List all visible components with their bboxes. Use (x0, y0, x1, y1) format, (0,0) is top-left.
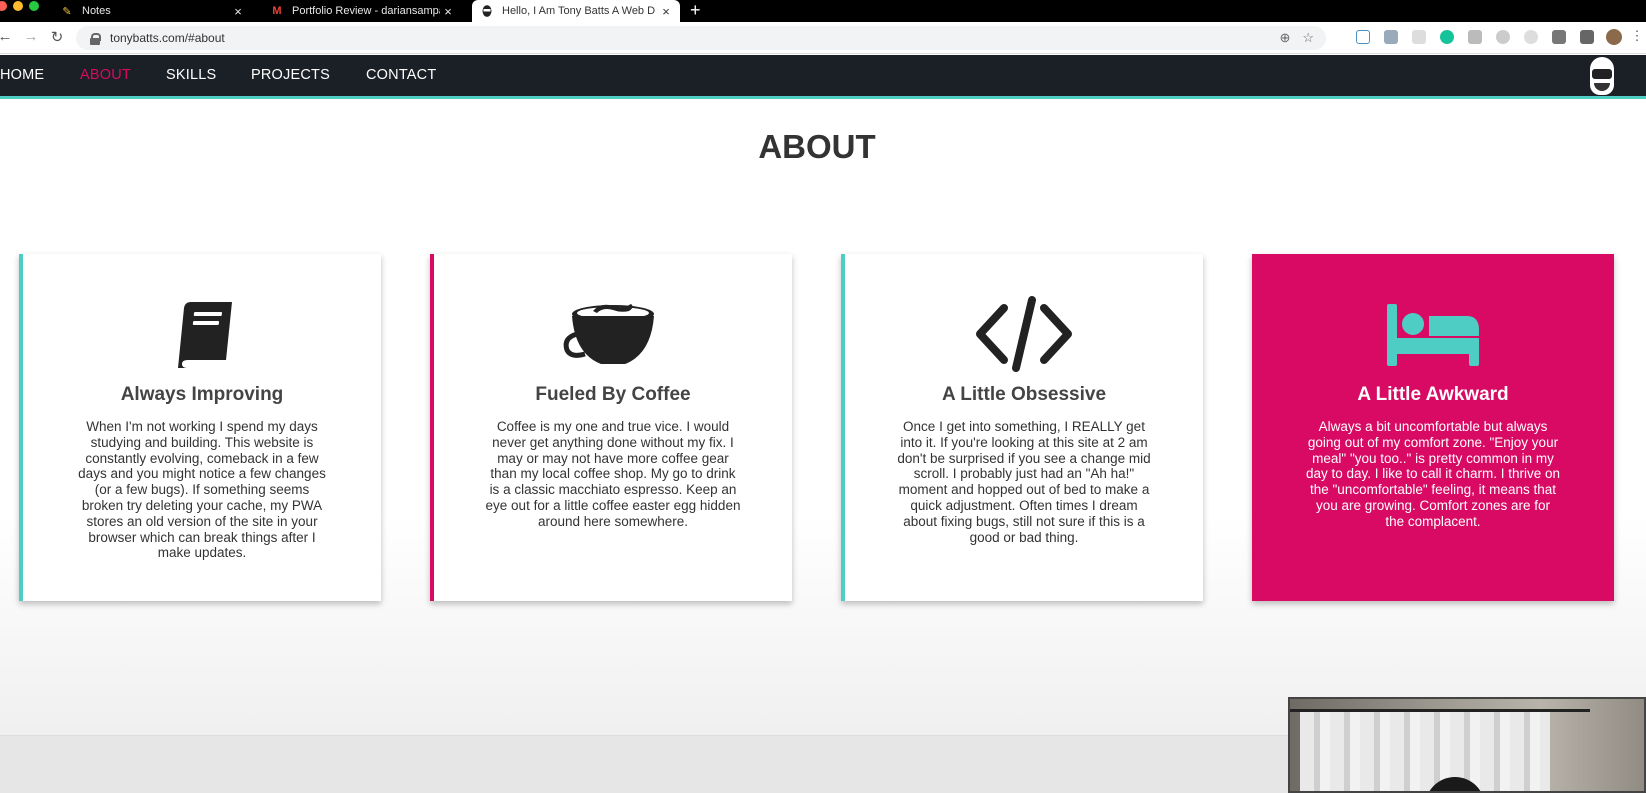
card-text: Once I get into something, I REALLY get … (897, 419, 1151, 545)
nav-about[interactable]: ABOUT (80, 67, 131, 83)
nav-skills[interactable]: SKILLS (166, 67, 216, 83)
about-card-a-little-awkward: A Little Awkward Always a bit uncomforta… (1252, 254, 1614, 601)
tab-title: Hello, I Am Tony Batts A Web D (502, 5, 656, 17)
maximize-window-icon[interactable] (29, 1, 39, 11)
url-text: tonybatts.com/#about (110, 31, 225, 45)
nav-projects[interactable]: PROJECTS (251, 67, 330, 83)
nav-contact[interactable]: CONTACT (366, 67, 436, 83)
bookmark-star-icon[interactable]: ☆ (1302, 30, 1314, 46)
book-icon (178, 302, 232, 368)
site-avatar-icon (480, 4, 494, 18)
code-icon (976, 296, 1072, 372)
new-tab-icon[interactable]: + (690, 0, 701, 22)
tab-title: Portfolio Review - dariansampa (292, 5, 440, 17)
site-navigation: HOME ABOUT SKILLS PROJECTS CONTACT (0, 55, 1646, 99)
extension-icon[interactable] (1356, 30, 1370, 44)
extension-icon[interactable] (1412, 30, 1426, 44)
webcam-curtain (1300, 711, 1550, 791)
reload-icon[interactable]: ↻ (48, 28, 66, 46)
close-tab-icon[interactable]: × (440, 4, 456, 19)
install-app-icon[interactable]: ⊕ (1279, 30, 1290, 46)
card-text: When I'm not working I spend my days stu… (78, 419, 326, 561)
webcam-overlay (1288, 697, 1646, 793)
bed-icon (1387, 304, 1479, 366)
browser-tab-tony-batts[interactable]: Hello, I Am Tony Batts A Web D × (472, 0, 680, 22)
card-title: A Little Obsessive (941, 384, 1107, 405)
browser-toolbar: ← → ↻ tonybatts.com/#about ⊕ ☆ ⋮ (0, 22, 1646, 54)
about-card-fueled-by-coffee: Fueled By Coffee Coffee is my one and tr… (430, 254, 792, 601)
about-card-always-improving: Always Improving When I'm not working I … (19, 254, 381, 601)
back-icon[interactable]: ← (0, 28, 14, 45)
extension-icon[interactable] (1468, 30, 1482, 44)
extension-icon[interactable] (1524, 30, 1538, 44)
card-title: Always Improving (120, 384, 284, 405)
browser-tab-notes[interactable]: ✎ Notes × (52, 0, 252, 22)
close-tab-icon[interactable]: × (230, 4, 246, 19)
card-title: A Little Awkward (1357, 384, 1509, 405)
grammarly-icon[interactable] (1440, 30, 1454, 44)
about-card-a-little-obsessive: A Little Obsessive Once I get into somet… (841, 254, 1203, 601)
nav-home[interactable]: HOME (0, 67, 44, 83)
card-text: Always a bit uncomfortable but always go… (1305, 419, 1561, 529)
puzzle-extensions-icon[interactable] (1580, 30, 1594, 44)
more-menu-icon[interactable]: ⋮ (1628, 28, 1646, 44)
pencil-icon: ✎ (62, 5, 72, 18)
browser-tab-strip: ✎ Notes × M Portfolio Review - dariansam… (0, 0, 1646, 22)
close-tab-icon[interactable]: × (658, 4, 674, 19)
profile-avatar[interactable] (1606, 29, 1622, 45)
gmail-icon: M (272, 5, 282, 17)
forward-icon[interactable]: → (22, 28, 40, 45)
site-logo-avatar[interactable] (1590, 57, 1614, 95)
extension-icon[interactable] (1552, 30, 1566, 44)
section-title: ABOUT (758, 128, 876, 165)
extension-icon[interactable] (1384, 30, 1398, 44)
browser-tab-portfolio-review[interactable]: M Portfolio Review - dariansampa × (262, 0, 462, 22)
tab-title: Notes (82, 5, 111, 17)
extension-icon[interactable] (1496, 30, 1510, 44)
card-text: Coffee is my one and true vice. I would … (485, 419, 741, 529)
close-window-icon[interactable] (0, 1, 7, 11)
coffee-cup-icon (563, 304, 654, 364)
card-title: Fueled By Coffee (535, 384, 691, 405)
lock-icon (90, 32, 101, 45)
address-bar[interactable]: tonybatts.com/#about ⊕ ☆ (76, 26, 1326, 50)
webcam-pole (1290, 709, 1590, 712)
minimize-window-icon[interactable] (13, 1, 23, 11)
